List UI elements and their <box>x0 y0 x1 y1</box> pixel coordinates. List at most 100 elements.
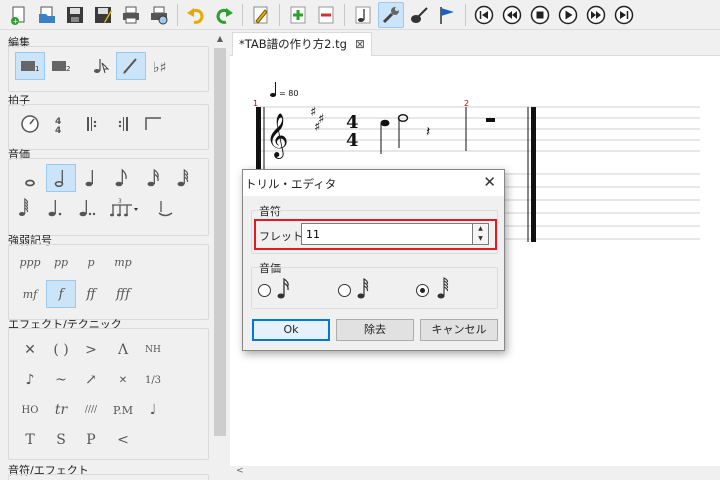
tab-close-icon[interactable]: ⊠ <box>355 33 365 55</box>
sixteenth-note-button[interactable] <box>138 164 168 192</box>
tools-button[interactable] <box>378 1 404 28</box>
add-measure-button[interactable] <box>285 2 311 28</box>
wrench-icon <box>382 6 399 23</box>
staccato-button[interactable]: ♩ <box>138 396 168 424</box>
accidental-button[interactable]: ♭♯ <box>148 52 178 80</box>
quarter-note-icon <box>85 170 93 187</box>
grace-note-button[interactable]: ♪ <box>15 366 45 394</box>
print-preview-icon <box>151 6 168 24</box>
guitar-button[interactable] <box>406 2 432 28</box>
double-dotted-button[interactable] <box>72 194 102 222</box>
fade-in-button[interactable]: < <box>108 426 138 454</box>
fret-spinner[interactable]: ▲ ▼ <box>473 223 489 245</box>
dynamic-ff-button[interactable]: ff <box>76 280 106 308</box>
dialog-close-icon[interactable]: ✕ <box>483 173 496 191</box>
heavy-accent-button[interactable]: Λ <box>108 336 138 364</box>
pen-mode-button[interactable] <box>116 52 146 80</box>
save-button[interactable] <box>62 2 88 28</box>
tremolo-picking-button[interactable]: 1/3 <box>138 366 168 394</box>
repeat-close-button[interactable] <box>108 110 138 138</box>
key-sharp: ♯ <box>314 120 320 135</box>
scroll-left-arrow[interactable]: < <box>236 466 244 476</box>
first-button[interactable] <box>471 2 497 28</box>
fret-input[interactable] <box>301 223 473 245</box>
bend-button[interactable]: ↗ <box>76 366 106 394</box>
print-button[interactable] <box>118 2 144 28</box>
horizontal-scrollbar[interactable]: < <box>230 466 720 480</box>
time-signature-button[interactable]: 44 <box>44 110 74 138</box>
voice2-button[interactable]: 2 <box>46 52 76 80</box>
remove-measure-button[interactable] <box>313 2 339 28</box>
dynamic-mp-button[interactable]: mp <box>108 248 138 276</box>
duration-radio-16th[interactable] <box>258 284 271 297</box>
vibrato-button[interactable]: ~ <box>46 366 76 394</box>
measure-number-2: 2 <box>464 99 469 108</box>
new-file-button[interactable]: + <box>6 2 32 28</box>
rewind-button[interactable] <box>499 2 525 28</box>
scroll-up-arrow[interactable]: ▲ <box>212 34 228 43</box>
dynamic-f-button[interactable]: f <box>46 280 76 308</box>
remove-button[interactable]: 除去 <box>336 319 414 341</box>
popping-button[interactable]: P <box>76 426 106 454</box>
print-preview-button[interactable] <box>146 2 172 28</box>
natural-harmonic-button[interactable]: NH <box>138 336 168 364</box>
ok-button[interactable]: Ok <box>252 319 330 341</box>
eighth-note-button[interactable] <box>106 164 136 192</box>
dialog-titlebar[interactable]: トリル・エディタ ✕ <box>243 170 504 196</box>
stop-button[interactable] <box>527 2 553 28</box>
slapping-button[interactable]: S <box>46 426 76 454</box>
dynamic-fff-button[interactable]: fff <box>108 280 138 308</box>
voice1-button[interactable]: 1 <box>15 52 45 80</box>
marker-button[interactable] <box>434 2 460 28</box>
spin-up-icon[interactable]: ▲ <box>473 224 488 234</box>
dynamic-pp-button[interactable]: pp <box>46 248 76 276</box>
dotted-button[interactable] <box>40 194 70 222</box>
palm-mute-button[interactable]: P.M <box>108 396 138 424</box>
panel-scrollbar-thumb[interactable] <box>214 48 226 436</box>
save-as-button[interactable] <box>90 2 116 28</box>
whole-note-button[interactable] <box>15 164 45 192</box>
sixty-fourth-note-button[interactable] <box>9 194 39 222</box>
cancel-button[interactable]: キャンセル <box>420 319 498 341</box>
quarter-note-button[interactable] <box>76 164 106 192</box>
accent-button[interactable]: > <box>76 336 106 364</box>
trill-button[interactable]: tr <box>46 396 76 424</box>
tapping-button[interactable]: T <box>15 426 45 454</box>
note-view-button[interactable] <box>350 2 376 28</box>
repeat-open-button[interactable] <box>78 110 108 138</box>
thirty-second-note-button[interactable] <box>168 164 198 192</box>
tempo-button[interactable] <box>15 110 45 138</box>
redo-button[interactable] <box>211 2 237 28</box>
hammer-on-button[interactable]: HO <box>15 396 45 424</box>
treble-clef: 𝄞 <box>266 113 288 159</box>
tie-button[interactable] <box>150 194 180 222</box>
flag-icon <box>440 6 454 24</box>
half-note-button[interactable] <box>46 164 76 192</box>
edit-mode-button[interactable] <box>248 2 274 28</box>
slap-button[interactable]: //// <box>76 396 106 424</box>
fast-forward-button[interactable] <box>583 2 609 28</box>
ghost-note-button[interactable]: ( ) <box>46 336 76 364</box>
duration-radio-32nd[interactable] <box>338 284 351 297</box>
dynamic-ppp-button[interactable]: ppp <box>15 248 45 276</box>
dynamic-p-button[interactable]: p <box>76 248 106 276</box>
undo-button[interactable] <box>183 2 209 28</box>
play-button[interactable] <box>555 2 581 28</box>
dead-note-button[interactable]: ✕ <box>15 336 45 364</box>
document-tab-title: *TAB譜の作り方2.tg <box>239 37 347 51</box>
tool-panel: 編集 1 2 ♭♯ 拍子 44 音価 3 強弱記号 ppp pp p mp mf… <box>0 30 230 480</box>
document-tab[interactable]: *TAB譜の作り方2.tg ⊠ <box>232 32 372 56</box>
voice1-icon: 1 <box>21 61 39 73</box>
new-file-icon: + <box>11 6 25 25</box>
last-button[interactable] <box>611 2 637 28</box>
select-note-button[interactable] <box>86 52 116 80</box>
tremolo-bar-button[interactable]: ✕ <box>108 366 138 394</box>
dialog-title: トリル・エディタ <box>245 177 337 191</box>
toolbar-separator <box>344 3 345 26</box>
spin-down-icon[interactable]: ▼ <box>473 234 488 244</box>
open-button[interactable] <box>34 2 60 28</box>
duration-radio-64th[interactable] <box>416 284 429 297</box>
tuplet-button[interactable]: 3 <box>104 194 144 222</box>
alternative-ending-button[interactable] <box>138 110 168 138</box>
dynamic-mf-button[interactable]: mf <box>15 280 45 308</box>
